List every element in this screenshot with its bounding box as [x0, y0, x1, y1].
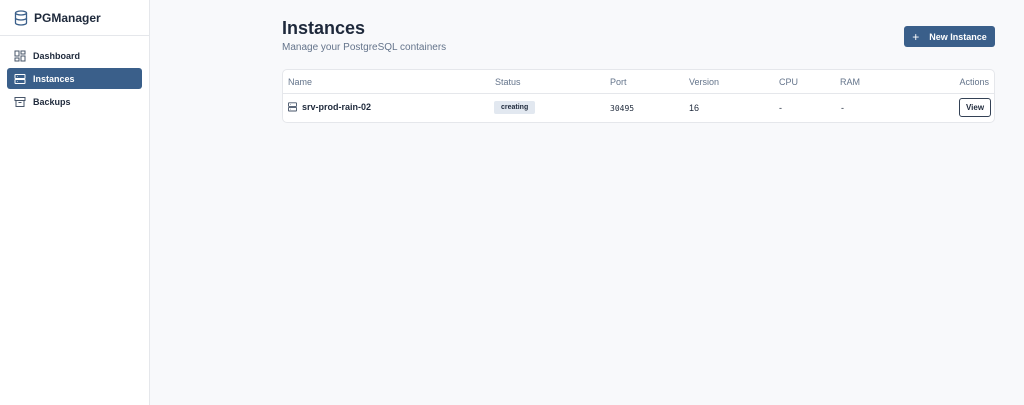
view-button[interactable]: View — [959, 98, 991, 117]
dashboard-icon — [14, 50, 26, 62]
column-header-cpu[interactable]: CPU — [779, 77, 798, 87]
sidebar-item-instances[interactable]: Instances — [7, 68, 142, 89]
sidebar-item-dashboard[interactable]: Dashboard — [7, 45, 142, 66]
column-header-version[interactable]: Version — [689, 77, 719, 87]
sidebar-item-backups[interactable]: Backups — [7, 91, 142, 112]
sidebar-nav: Dashboard Instances Backups — [0, 36, 149, 123]
column-header-name[interactable]: Name — [288, 77, 312, 87]
ram-cell: - — [841, 103, 844, 113]
brand[interactable]: PGManager — [0, 0, 149, 36]
instance-name: srv-prod-rain-02 — [302, 102, 372, 112]
cpu-cell: - — [779, 103, 782, 113]
status-badge: creating — [494, 101, 536, 114]
instance-name-cell[interactable]: srv-prod-rain-02 — [288, 102, 371, 112]
page-subtitle: Manage your PostgreSQL containers — [282, 42, 447, 53]
column-header-ram[interactable]: RAM — [840, 77, 860, 87]
server-icon — [288, 102, 297, 112]
server-icon — [14, 73, 26, 85]
page-title: Instances — [282, 18, 366, 38]
new-instance-button-label: New Instance — [929, 31, 987, 42]
main-content: Instances Manage your PostgreSQL contain… — [150, 0, 1024, 405]
column-header-port[interactable]: Port — [610, 77, 627, 87]
archive-icon — [14, 96, 26, 108]
column-header-status[interactable]: Status — [495, 77, 521, 87]
sidebar-item-label: Dashboard — [33, 50, 81, 61]
instances-table: Name Status Port Version CPU RAM Actions… — [282, 69, 995, 123]
app-name: PGManager — [34, 10, 101, 25]
port-cell: 30495 — [610, 104, 635, 113]
sidebar-item-label: Instances — [33, 73, 75, 84]
sidebar: PGManager Dashboard Instances Backups — [0, 0, 150, 405]
column-header-actions: Actions — [959, 77, 989, 87]
sidebar-item-label: Backups — [33, 96, 71, 107]
database-icon — [14, 9, 28, 26]
plus-icon: + — [912, 29, 920, 44]
table-header-divider — [283, 93, 994, 94]
new-instance-button[interactable]: + New Instance — [904, 26, 995, 47]
version-cell: 16 — [689, 103, 700, 113]
